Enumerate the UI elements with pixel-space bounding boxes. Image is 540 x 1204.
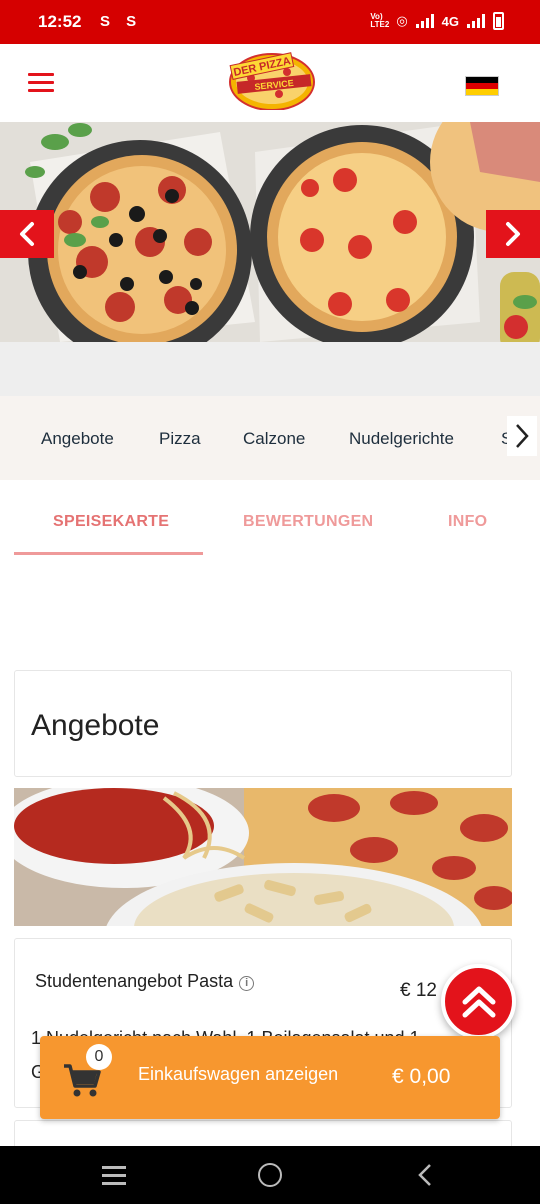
category-calzone[interactable]: Calzone <box>243 429 305 449</box>
carousel-prev-button[interactable] <box>0 210 54 258</box>
double-chevron-up-icon <box>462 986 495 1017</box>
pizza-image <box>0 122 540 342</box>
system-nav-bar <box>0 1146 540 1204</box>
battery-icon <box>493 12 504 30</box>
chevron-right-icon <box>516 424 529 448</box>
tab-bar: SPEISEKARTE BEWERTUNGEN INFO <box>0 488 540 556</box>
tab-active-indicator <box>14 552 203 555</box>
recent-apps-icon[interactable] <box>102 1166 126 1185</box>
notification-icons: S S <box>100 13 143 30</box>
menu-item-price: € 12 <box>400 980 437 1001</box>
tab-speisekarte[interactable]: SPEISEKARTE <box>53 513 169 531</box>
hero-carousel[interactable] <box>0 122 540 342</box>
status-bar: 12:52 S S Vo) LTE2 ◎ 4G <box>0 0 540 44</box>
carousel-next-button[interactable] <box>486 210 540 258</box>
scroll-top-button[interactable] <box>441 964 516 1039</box>
network-type: 4G <box>441 13 459 29</box>
info-icon[interactable]: i <box>239 976 255 991</box>
menu-item-name[interactable]: Studentenangebot Pasta i <box>35 971 255 992</box>
category-pizza[interactable]: Pizza <box>159 429 201 449</box>
app-header: DER PIZZA SERVICE <box>0 44 540 122</box>
category-nav: Angebote Pizza Calzone Nudelgerichte S <box>0 396 540 480</box>
tab-bewertungen[interactable]: BEWERTUNGEN <box>243 513 373 531</box>
cart-count-badge: 0 <box>86 1044 112 1070</box>
volte-label: Vo) LTE2 <box>370 12 390 29</box>
hotspot-icon: ◎ <box>396 13 408 28</box>
back-icon[interactable] <box>416 1163 434 1187</box>
spacer-band <box>0 342 540 396</box>
logo[interactable]: DER PIZZA SERVICE <box>227 48 315 110</box>
signal-icon <box>415 14 434 28</box>
section-header-card: Angebote <box>14 670 512 777</box>
cart-label: Einkaufswagen anzeigen <box>138 1064 339 1084</box>
category-nudelgerichte[interactable]: Nudelgerichte <box>349 429 454 449</box>
section-title: Angebote <box>31 709 160 742</box>
hamburger-icon[interactable] <box>28 73 54 93</box>
status-time: 12:52 <box>38 12 82 31</box>
category-angebote[interactable]: Angebote <box>41 429 114 449</box>
section-banner-image <box>14 788 512 926</box>
tab-info[interactable]: INFO <box>448 513 487 531</box>
chevron-left-icon <box>20 222 34 246</box>
view-cart-button[interactable]: 0 Einkaufswagen anzeigen € 0,00 <box>40 1036 500 1119</box>
germany-flag-icon[interactable] <box>465 76 499 96</box>
pasta-pizza-image <box>14 788 512 926</box>
status-right-icons: Vo) LTE2 ◎ 4G <box>370 12 504 30</box>
home-icon[interactable] <box>258 1163 282 1187</box>
cart-total: € 0,00 <box>392 1065 451 1088</box>
signal-icon-2 <box>467 14 485 28</box>
category-scroll-button[interactable] <box>507 416 537 456</box>
chevron-right-icon <box>506 222 520 246</box>
